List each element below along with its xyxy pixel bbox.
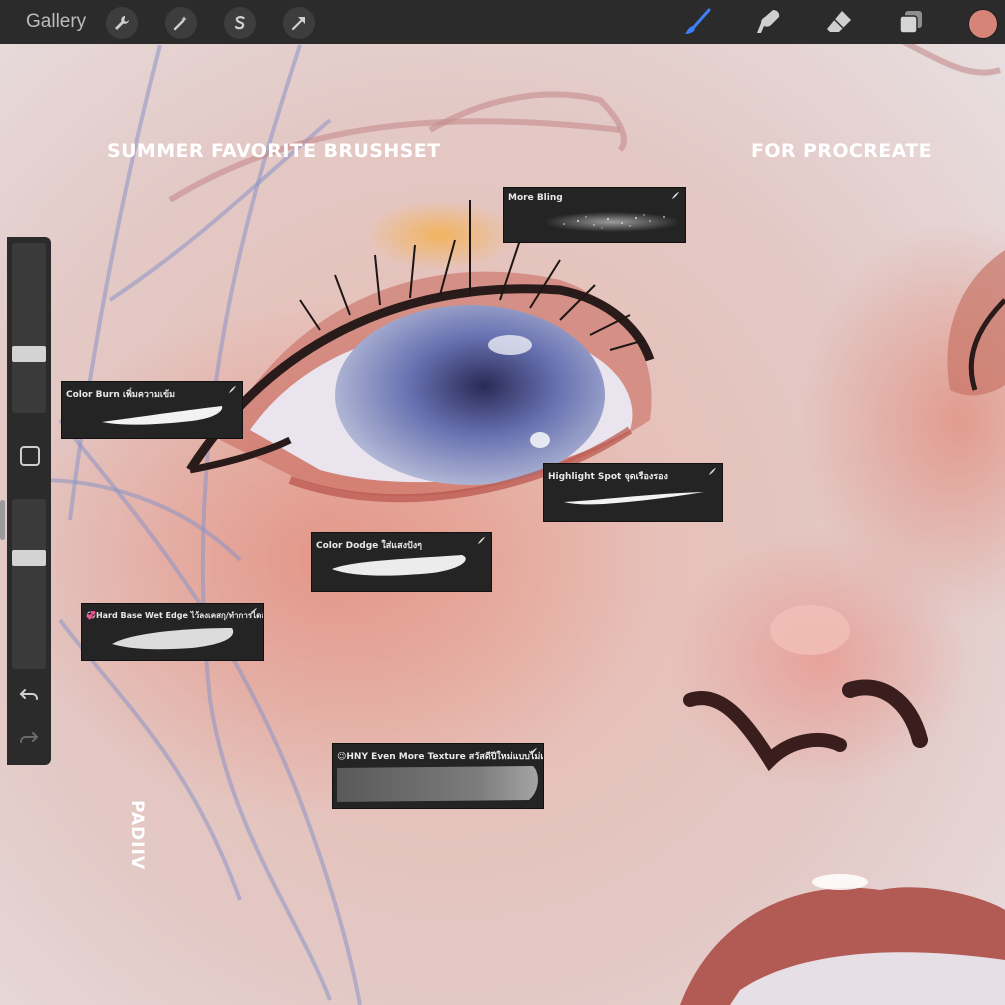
left-sidebar <box>7 237 51 765</box>
transform-arrow-icon[interactable] <box>283 7 315 39</box>
eraser-icon[interactable] <box>823 6 855 38</box>
brush-card-hny-even-more-texture: 😉HNY Even More Texture สวัสดีปีใหม่แบบไม… <box>332 743 544 809</box>
sidebar-handle[interactable] <box>0 500 5 540</box>
brush-size-thumb[interactable] <box>12 346 46 362</box>
wrench-icon[interactable] <box>106 7 138 39</box>
magic-wand-icon[interactable] <box>165 7 197 39</box>
brush-card-more-bling: More Bling <box>503 187 686 243</box>
brush-card-hard-base-wet-edge: 💞Hard Base Wet Edge ไว้ลงเคสกุ/ทำการไดล้… <box>81 603 264 661</box>
brush-stroke-preview <box>337 766 538 802</box>
color-swatch[interactable] <box>968 9 998 39</box>
gallery-button[interactable]: Gallery <box>26 11 86 33</box>
smudge-icon[interactable] <box>752 6 784 38</box>
brush-card-color-burn: Color Burn เพิ่มความเข้ม <box>61 381 243 439</box>
opacity-slider[interactable] <box>12 499 46 669</box>
brush-stroke-preview <box>544 212 680 232</box>
brush-stroke-preview <box>564 492 704 505</box>
modifier-button[interactable] <box>20 446 40 466</box>
layers-icon[interactable] <box>895 6 927 38</box>
undo-icon[interactable] <box>17 683 41 707</box>
brush-stroke-preview <box>102 406 223 425</box>
opacity-thumb[interactable] <box>12 550 46 566</box>
brush-icon[interactable] <box>681 6 713 38</box>
brush-stroke-preview <box>332 555 466 576</box>
artwork-subtitle: FOR PROCREATE <box>751 140 933 162</box>
artist-signature: PADIIV <box>127 800 147 870</box>
brush-card-color-dodge: Color Dodge ใส่แสงปังๆ <box>311 532 492 592</box>
brush-size-slider[interactable] <box>12 243 46 413</box>
brush-card-highlight-spot: Highlight Spot จุดเรืองรอง <box>543 463 723 522</box>
artwork-title: SUMMER FAVORITE BRUSHSET <box>107 140 441 162</box>
selection-icon[interactable] <box>224 7 256 39</box>
brush-stroke-preview <box>112 628 234 650</box>
redo-icon[interactable] <box>17 726 41 750</box>
top-toolbar: Gallery <box>0 0 1005 44</box>
